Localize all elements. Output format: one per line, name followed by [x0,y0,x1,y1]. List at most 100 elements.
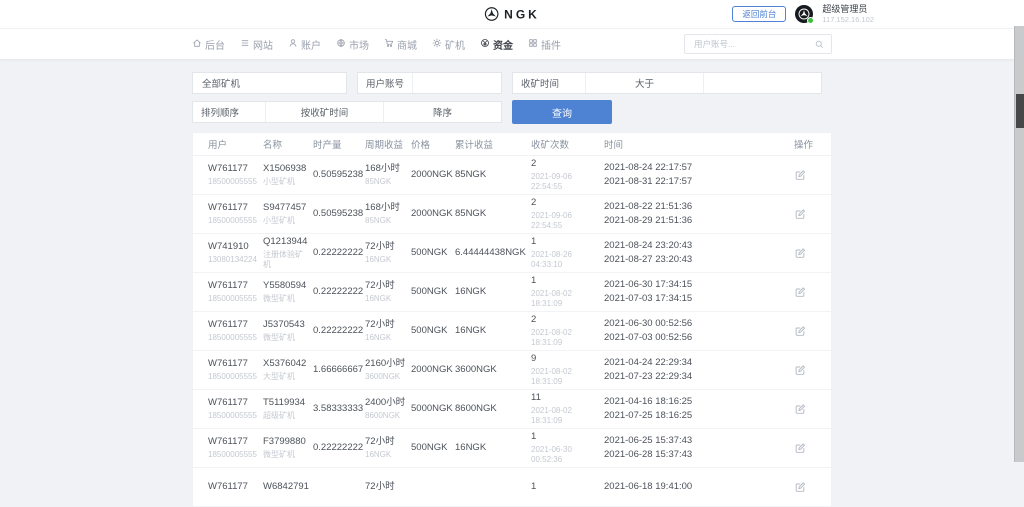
avatar[interactable] [795,5,815,24]
edit-button[interactable] [794,364,806,376]
nav-item-市场[interactable]: 市场 [336,37,369,52]
cell-mine-count: 1 2021-08-02 18:31:09 [531,274,572,308]
nav-item-后台[interactable]: 后台 [192,37,225,52]
table-row: W761177 W6842791 72小时 1 2021-06-18 19:41… [193,468,831,507]
scrollbar-thumb[interactable] [1016,94,1024,128]
search-input[interactable] [692,38,815,50]
table-row: W761177 18500005555 T5119934 超级矿机 3.583333… [193,390,831,429]
sort-label: 排列顺序 [201,108,240,119]
cell-name: T5119934 超级矿机 [263,396,306,420]
column-header-5: 累计收益 [455,140,494,151]
edit-button[interactable] [794,403,806,415]
admin-ip: 117.152.16.102 [822,14,874,24]
cell-name: X5376042 大型矿机 [263,357,307,381]
cart-icon [384,38,394,51]
filter-row-1: 全部矿机 用户账号 收矿时间 大于 [192,72,832,94]
sort-order-select[interactable]: 降序 [383,102,501,122]
mine-time-input[interactable] [712,76,813,90]
cell-time: 2021-08-22 21:51:36 2021-08-29 21:51:36 [604,201,693,226]
admin-info: 超级管理员 117.152.16.102 [822,4,874,24]
cell-user: W741910 13080134224 [208,240,257,264]
edit-button[interactable] [794,481,806,493]
cell-hourly-output: 0.22222222 [313,286,364,298]
table-row: W761177 18500005555 S9477457 小型矿机 0.505952… [193,195,831,234]
sort-filter-group: 排列顺序 按收矿时间 降序 [192,101,502,123]
navbar-search-box[interactable] [684,34,832,54]
cell-hourly-output: 0.50595238 [313,208,364,220]
cell-total-income: 85NGK [455,169,487,181]
cell-name: W6842791 [263,481,309,493]
table-header-row: 用户 名称 时产量 周期收益 价格 累计收益 收矿次数 时间 操作 [193,133,831,156]
table-row: W741910 13080134224 Q1213944 注册体验矿机 0.2222… [193,234,831,273]
main-navbar: 后台 网站 账户 市场 商城 矿机 资金 插件 [0,29,1024,60]
cell-cycle-income: 72小时 16NGK [365,240,395,264]
mine-time-label: 收矿时间 [521,79,560,90]
cell-time: 2021-08-24 23:20:43 2021-08-27 23:20:43 [604,240,693,265]
edit-button[interactable] [794,169,806,181]
query-button[interactable]: 查询 [512,100,612,124]
nav-item-资金[interactable]: 资金 [480,37,513,52]
cell-cycle-income: 168小时 85NGK [365,162,400,186]
cell-actions [794,247,833,259]
cell-hourly-output: 3.58333333 [313,403,364,415]
cell-price: 500NGK [411,286,448,298]
sort-field-select[interactable]: 按收矿时间 [265,102,383,122]
nav-item-矿机[interactable]: 矿机 [432,37,465,52]
cell-actions [794,403,833,415]
nav-item-商城[interactable]: 商城 [384,37,417,52]
cell-mine-count: 1 2021-06-30 00:52:36 [531,430,572,464]
page-scrollbar[interactable] [1014,26,1024,462]
cell-user: W761177 18500005555 [208,396,257,420]
cell-mine-count: 9 2021-08-02 18:31:09 [531,352,572,386]
cell-price: 2000NGK [411,169,453,181]
cell-actions [794,286,833,298]
edit-button[interactable] [794,247,806,259]
cell-cycle-income: 72小时 16NGK [365,279,395,303]
edit-button[interactable] [794,286,806,298]
cell-user: W761177 18500005555 [208,162,257,186]
cell-actions [794,364,833,376]
cell-time: 2021-06-18 19:41:00 [604,481,693,493]
edit-button[interactable] [794,325,806,337]
edit-button[interactable] [794,442,806,454]
cell-price: 500NGK [411,442,448,454]
cell-time: 2021-04-16 18:16:25 2021-07-25 18:16:25 [604,396,693,421]
column-header-1: 名称 [263,140,283,151]
account-input[interactable] [419,76,495,90]
search-icon[interactable] [815,40,824,49]
table-row: W761177 18500005555 F3799880 微型矿机 0.222222… [193,429,831,468]
cell-name: J5370543 微型矿机 [263,318,305,342]
edit-icon [795,287,806,297]
grid-icon [528,38,538,51]
back-to-front-button[interactable]: 返回前台 [732,5,787,23]
column-header-6: 收矿次数 [531,140,570,151]
mine-time-filter-group: 收矿时间 大于 [512,72,822,94]
edit-icon [795,404,806,414]
ngk-logo: NGK [484,7,540,22]
cell-hourly-output: 0.50595238 [313,169,364,181]
edit-icon [795,248,806,258]
edit-button[interactable] [794,208,806,220]
cell-hourly-output: 1.66666667 [313,364,364,376]
cell-mine-count: 2 2021-08-02 18:31:09 [531,313,572,347]
mine-time-operator-select[interactable]: 大于 [585,73,703,93]
edit-icon [795,209,806,219]
user-icon [288,38,298,51]
account-label: 用户账号 [366,79,405,90]
cell-name: S9477457 小型矿机 [263,201,307,225]
cell-total-income: 16NGK [455,442,487,454]
cell-total-income: 16NGK [455,286,487,298]
cell-hourly-output: 0.22222222 [313,325,364,337]
gear-icon [432,38,442,51]
cell-time: 2021-04-24 22:29:34 2021-07-23 22:29:34 [604,357,693,382]
coin-icon [480,38,490,51]
globe-icon [336,38,346,51]
miner-type-select[interactable]: 全部矿机 [192,72,347,94]
edit-icon [795,443,806,453]
nav-item-网站[interactable]: 网站 [240,37,273,52]
cell-time: 2021-06-30 00:52:56 2021-07-03 00:52:56 [604,318,693,343]
nav-item-插件[interactable]: 插件 [528,37,561,52]
cell-name: F3799880 微型矿机 [263,435,306,459]
nav-item-账户[interactable]: 账户 [288,37,321,52]
column-header-4: 价格 [411,140,431,151]
